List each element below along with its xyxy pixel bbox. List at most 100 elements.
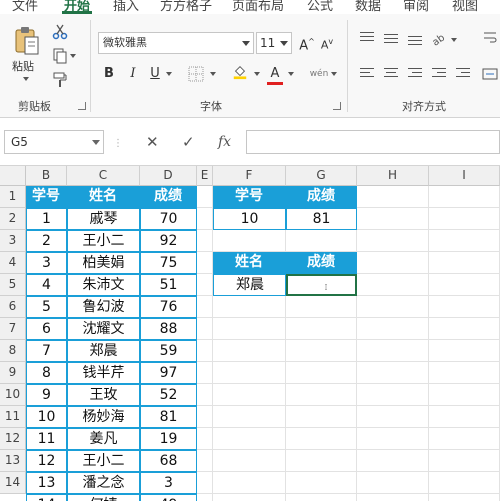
cancel-icon[interactable]: ✕ — [146, 130, 159, 154]
chevron-down-icon[interactable] — [92, 140, 100, 145]
font-color-button[interactable]: A — [266, 64, 284, 84]
empty-cell[interactable] — [197, 274, 213, 296]
empty-cell[interactable] — [429, 296, 500, 318]
empty-cell[interactable] — [197, 362, 213, 384]
chevron-down-icon[interactable] — [280, 41, 288, 46]
empty-cell[interactable] — [357, 406, 429, 428]
table-cell[interactable]: 5 — [26, 296, 67, 318]
borders-icon[interactable] — [188, 66, 204, 82]
table-cell[interactable]: 姜凡 — [67, 428, 140, 450]
empty-cell[interactable] — [429, 406, 500, 428]
empty-cell[interactable] — [429, 274, 500, 296]
table-cell[interactable]: 3 — [26, 252, 67, 274]
table-cell[interactable]: 柏美娟 — [67, 252, 140, 274]
column-header-c[interactable]: C — [67, 166, 140, 186]
lookup-value-cell[interactable]: 郑晨 — [213, 274, 286, 296]
worksheet-grid[interactable]: 学号 姓名 成绩 1 戚琴 70 2 王小二 92 3 柏美娟 75 4 朱沛文 51 5 鲁幻波 76 6 沈耀文 8… — [26, 186, 500, 501]
table-cell[interactable]: 14 — [26, 494, 67, 501]
increase-indent-icon[interactable] — [456, 68, 470, 80]
empty-cell[interactable] — [429, 494, 500, 501]
empty-cell[interactable] — [197, 318, 213, 340]
empty-cell[interactable] — [197, 340, 213, 362]
empty-cell[interactable] — [357, 230, 429, 252]
row-header[interactable]: 3 — [0, 230, 26, 252]
empty-cell[interactable] — [429, 252, 500, 274]
tab-page-layout[interactable]: 页面布局 — [232, 0, 284, 14]
empty-cell[interactable] — [197, 494, 213, 501]
table-header-cell[interactable]: 成绩 — [140, 186, 197, 208]
table-cell[interactable]: 戚琴 — [67, 208, 140, 230]
format-painter-icon[interactable] — [52, 72, 68, 88]
row-header[interactable]: 6 — [0, 296, 26, 318]
empty-cell[interactable] — [286, 340, 357, 362]
cut-icon[interactable] — [52, 24, 68, 40]
underline-button[interactable]: U — [146, 64, 164, 84]
empty-cell[interactable] — [197, 472, 213, 494]
table-cell[interactable]: 王小二 — [67, 230, 140, 252]
enter-icon[interactable]: ✓ — [182, 130, 195, 154]
empty-cell[interactable] — [429, 450, 500, 472]
empty-cell[interactable] — [357, 340, 429, 362]
empty-cell[interactable] — [197, 428, 213, 450]
row-header[interactable]: 2 — [0, 208, 26, 230]
copy-dropdown-arrow[interactable] — [70, 54, 76, 58]
lookup-header-cell[interactable]: 成绩 — [286, 252, 357, 274]
empty-cell[interactable] — [286, 318, 357, 340]
insert-function-icon[interactable]: fx — [218, 130, 231, 154]
table-header-cell[interactable]: 学号 — [26, 186, 67, 208]
tab-insert[interactable]: 插入 — [113, 0, 139, 14]
empty-cell[interactable] — [286, 494, 357, 501]
font-color-dropdown-arrow[interactable] — [288, 72, 294, 76]
empty-cell[interactable] — [429, 318, 500, 340]
empty-cell[interactable] — [286, 472, 357, 494]
lookup-value-cell[interactable]: 81 — [286, 208, 357, 230]
empty-cell[interactable] — [429, 230, 500, 252]
empty-cell[interactable] — [197, 208, 213, 230]
table-cell[interactable]: 59 — [140, 340, 197, 362]
tab-review[interactable]: 审阅 — [403, 0, 429, 14]
table-cell[interactable]: 88 — [140, 318, 197, 340]
orientation-icon[interactable]: ab — [430, 30, 446, 46]
table-cell[interactable]: 4 — [26, 274, 67, 296]
lookup-header-cell[interactable]: 成绩 — [286, 186, 357, 208]
copy-icon[interactable] — [52, 48, 68, 64]
empty-cell[interactable] — [357, 186, 429, 208]
empty-cell[interactable] — [213, 406, 286, 428]
table-cell[interactable]: 10 — [26, 406, 67, 428]
table-cell[interactable]: 52 — [140, 384, 197, 406]
chevron-down-icon[interactable] — [242, 41, 250, 46]
empty-cell[interactable] — [357, 296, 429, 318]
active-cell-g5[interactable] — [286, 274, 357, 296]
fill-color-dropdown-arrow[interactable] — [254, 72, 260, 76]
row-header[interactable]: 4 — [0, 252, 26, 274]
empty-cell[interactable] — [213, 428, 286, 450]
table-cell[interactable]: 杨妙海 — [67, 406, 140, 428]
row-header[interactable]: 9 — [0, 362, 26, 384]
empty-cell[interactable] — [197, 252, 213, 274]
fill-color-icon[interactable] — [232, 64, 248, 80]
font-launcher-icon[interactable] — [333, 102, 341, 110]
decrease-font-size-button[interactable]: Av — [318, 32, 336, 52]
select-all-corner[interactable] — [0, 166, 26, 186]
align-left-icon[interactable] — [360, 68, 374, 80]
empty-cell[interactable] — [197, 406, 213, 428]
empty-cell[interactable] — [429, 472, 500, 494]
lookup-header-cell[interactable]: 学号 — [213, 186, 286, 208]
table-cell[interactable]: 75 — [140, 252, 197, 274]
table-cell[interactable]: 8 — [26, 362, 67, 384]
table-cell[interactable]: 92 — [140, 230, 197, 252]
table-cell[interactable]: 王玫 — [67, 384, 140, 406]
empty-cell[interactable] — [429, 208, 500, 230]
table-cell[interactable]: 12 — [26, 450, 67, 472]
empty-cell[interactable] — [213, 494, 286, 501]
empty-cell[interactable] — [357, 472, 429, 494]
lookup-value-cell[interactable]: 10 — [213, 208, 286, 230]
empty-cell[interactable] — [197, 230, 213, 252]
clipboard-launcher-icon[interactable] — [78, 102, 86, 110]
table-cell[interactable]: 70 — [140, 208, 197, 230]
empty-cell[interactable] — [286, 384, 357, 406]
empty-cell[interactable] — [357, 362, 429, 384]
empty-cell[interactable] — [357, 274, 429, 296]
name-box[interactable]: G5 — [4, 130, 104, 154]
table-cell[interactable]: 19 — [140, 428, 197, 450]
